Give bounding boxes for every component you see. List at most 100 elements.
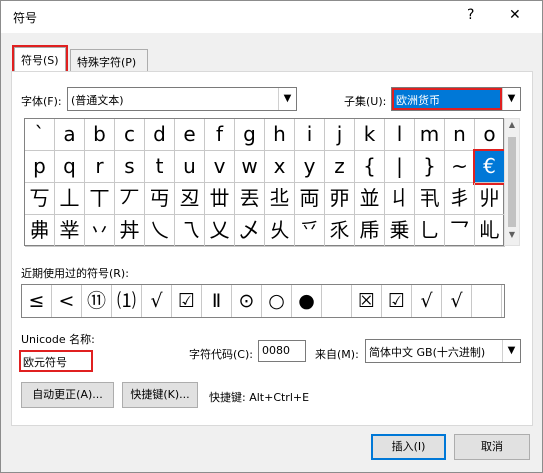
symbol-cell[interactable]: h bbox=[265, 119, 295, 151]
symbol-cell[interactable]: 丮 bbox=[415, 183, 445, 215]
scroll-up-icon[interactable]: ▲ bbox=[505, 120, 519, 134]
symbol-cell[interactable]: e bbox=[175, 119, 205, 151]
recent-symbol-cell[interactable]: ☑ bbox=[172, 285, 202, 317]
symbol-cell[interactable]: r bbox=[85, 151, 115, 183]
scroll-thumb[interactable] bbox=[508, 137, 516, 227]
symbol-cell[interactable]: y bbox=[295, 151, 325, 183]
recent-symbol-cell[interactable]: ⊙ bbox=[232, 285, 262, 317]
symbol-cell[interactable]: 乚 bbox=[415, 215, 445, 247]
symbol-cell[interactable]: z bbox=[325, 151, 355, 183]
symbol-cell[interactable]: } bbox=[415, 151, 445, 183]
recent-symbol-cell[interactable]: ○ bbox=[262, 285, 292, 317]
symbol-cell[interactable]: 乂 bbox=[205, 215, 235, 247]
symbol-cell[interactable]: d bbox=[145, 119, 175, 151]
recent-symbol-cell[interactable]: ☒ bbox=[352, 285, 382, 317]
recent-symbol-cell[interactable] bbox=[472, 285, 502, 317]
recent-symbol-cell[interactable]: < bbox=[52, 285, 82, 317]
symbol-cell[interactable]: 丟 bbox=[235, 183, 265, 215]
symbol-cell[interactable]: u bbox=[175, 151, 205, 183]
symbol-cell[interactable]: v bbox=[205, 151, 235, 183]
recent-symbol-cell[interactable]: ⑪ bbox=[82, 285, 112, 317]
symbol-cell[interactable]: q bbox=[55, 151, 85, 183]
symbol-cell[interactable]: 丵 bbox=[55, 215, 85, 247]
symbol-cell[interactable]: 丄 bbox=[55, 183, 85, 215]
symbol-cell[interactable]: 乑 bbox=[325, 215, 355, 247]
symbol-cell[interactable]: 丅 bbox=[85, 183, 115, 215]
symbol-cell[interactable]: 丣 bbox=[325, 183, 355, 215]
symbol-cell[interactable]: k bbox=[355, 119, 385, 151]
symbol-cell[interactable]: | bbox=[385, 151, 415, 183]
char-code-input[interactable]: 0080 bbox=[258, 340, 306, 362]
symbol-cell[interactable]: n bbox=[445, 119, 475, 151]
symbol-cell[interactable]: 丱 bbox=[475, 183, 505, 215]
symbol-cell[interactable]: 丳 bbox=[25, 215, 55, 247]
symbol-cell[interactable]: 並 bbox=[355, 183, 385, 215]
insert-button[interactable]: 插入(I) bbox=[371, 434, 446, 460]
symbol-cell[interactable]: 乀 bbox=[145, 215, 175, 247]
symbol-cell[interactable]: ` bbox=[25, 119, 55, 151]
from-select[interactable]: 简体中文 GB(十六进制) ▼ bbox=[365, 339, 521, 363]
symbol-cell[interactable]: 乛 bbox=[445, 215, 475, 247]
tab-symbols[interactable]: 符号(S) bbox=[12, 45, 68, 73]
symbol-cell[interactable]: 乄 bbox=[235, 215, 265, 247]
recent-symbol-cell[interactable]: ☑ bbox=[382, 285, 412, 317]
symbol-cell[interactable]: 丠 bbox=[265, 183, 295, 215]
symbol-cell[interactable]: a bbox=[55, 119, 85, 151]
help-icon[interactable]: ? bbox=[467, 7, 474, 23]
symbol-cell[interactable]: p bbox=[25, 151, 55, 183]
recent-symbol-cell[interactable]: ≤ bbox=[22, 285, 52, 317]
subset-select[interactable]: 欧洲货币 ▼ bbox=[391, 87, 521, 111]
recent-symbol-cell[interactable]: √ bbox=[442, 285, 472, 317]
symbol-cell[interactable]: l bbox=[385, 119, 415, 151]
symbol-cell[interactable]: { bbox=[355, 151, 385, 183]
symbol-cell[interactable]: c bbox=[115, 119, 145, 151]
symbol-dialog: 符号 ? ✕ 符号(S) 特殊字符(P) 字体(F): (普通文本) ▼ 子集(… bbox=[0, 0, 543, 473]
font-select[interactable]: (普通文本) ▼ bbox=[67, 87, 297, 111]
symbol-grid-scrollbar[interactable]: ▲ ▼ bbox=[504, 118, 520, 246]
symbol-cell[interactable]: o bbox=[475, 119, 505, 151]
recent-symbol-cell[interactable]: ⑴ bbox=[112, 285, 142, 317]
symbol-grid: ` a b c d e f g h i j k l m n o p q r s t u v w x y z{|} ~ € 丂丄丅丆丏丒丗丟… bbox=[24, 118, 507, 247]
recent-symbol-cell[interactable]: √ bbox=[142, 285, 172, 317]
symbol-cell[interactable]: x bbox=[265, 151, 295, 183]
symbol-cell[interactable]: 丩 bbox=[385, 183, 415, 215]
symbol-cell[interactable]: b bbox=[85, 119, 115, 151]
symbol-cell[interactable]: 乕 bbox=[355, 215, 385, 247]
autocorrect-button[interactable]: 自动更正(A)... bbox=[21, 382, 114, 408]
close-icon[interactable]: ✕ bbox=[509, 7, 521, 23]
symbol-cell[interactable]: 乊 bbox=[295, 215, 325, 247]
symbol-cell[interactable]: f bbox=[205, 119, 235, 151]
symbol-cell[interactable]: 乆 bbox=[265, 215, 295, 247]
symbol-cell[interactable]: w bbox=[235, 151, 265, 183]
symbol-cell[interactable]: 丯 bbox=[445, 183, 475, 215]
recent-symbol-cell[interactable]: ● bbox=[292, 285, 322, 317]
shortcut-key-button[interactable]: 快捷键(K)... bbox=[122, 382, 198, 408]
recent-symbol-cell[interactable]: Ⅱ bbox=[202, 285, 232, 317]
symbol-cell[interactable]: ~ bbox=[445, 151, 475, 183]
recent-symbol-cell[interactable]: √ bbox=[412, 285, 442, 317]
symbol-cell[interactable]: 丼 bbox=[115, 215, 145, 247]
symbol-cell[interactable]: i bbox=[295, 119, 325, 151]
symbol-cell[interactable]: 丷 bbox=[85, 215, 115, 247]
symbol-cell[interactable]: j bbox=[325, 119, 355, 151]
symbol-cell[interactable]: 乁 bbox=[175, 215, 205, 247]
symbol-cell[interactable]: € bbox=[473, 149, 507, 185]
symbol-cell[interactable]: g bbox=[235, 119, 265, 151]
symbol-cell[interactable]: 丆 bbox=[115, 183, 145, 215]
symbol-cell[interactable]: m bbox=[415, 119, 445, 151]
symbol-cell[interactable]: 両 bbox=[295, 183, 325, 215]
tab-special-characters[interactable]: 特殊字符(P) bbox=[70, 49, 148, 73]
scroll-down-icon[interactable]: ▼ bbox=[505, 230, 519, 244]
subset-value: 欧洲货币 bbox=[392, 88, 502, 110]
from-value: 简体中文 GB(十六进制) bbox=[369, 346, 486, 359]
symbol-cell[interactable]: s bbox=[115, 151, 145, 183]
symbol-cell[interactable]: 丒 bbox=[175, 183, 205, 215]
symbol-cell[interactable]: 乢 bbox=[475, 215, 505, 247]
symbol-cell[interactable]: 丏 bbox=[145, 183, 175, 215]
recent-symbol-cell[interactable] bbox=[322, 285, 352, 317]
symbol-cell[interactable]: 丗 bbox=[205, 183, 235, 215]
symbol-cell[interactable]: 丂 bbox=[25, 183, 55, 215]
symbol-cell[interactable]: 乗 bbox=[385, 215, 415, 247]
cancel-button[interactable]: 取消 bbox=[454, 434, 530, 460]
symbol-cell[interactable]: t bbox=[145, 151, 175, 183]
